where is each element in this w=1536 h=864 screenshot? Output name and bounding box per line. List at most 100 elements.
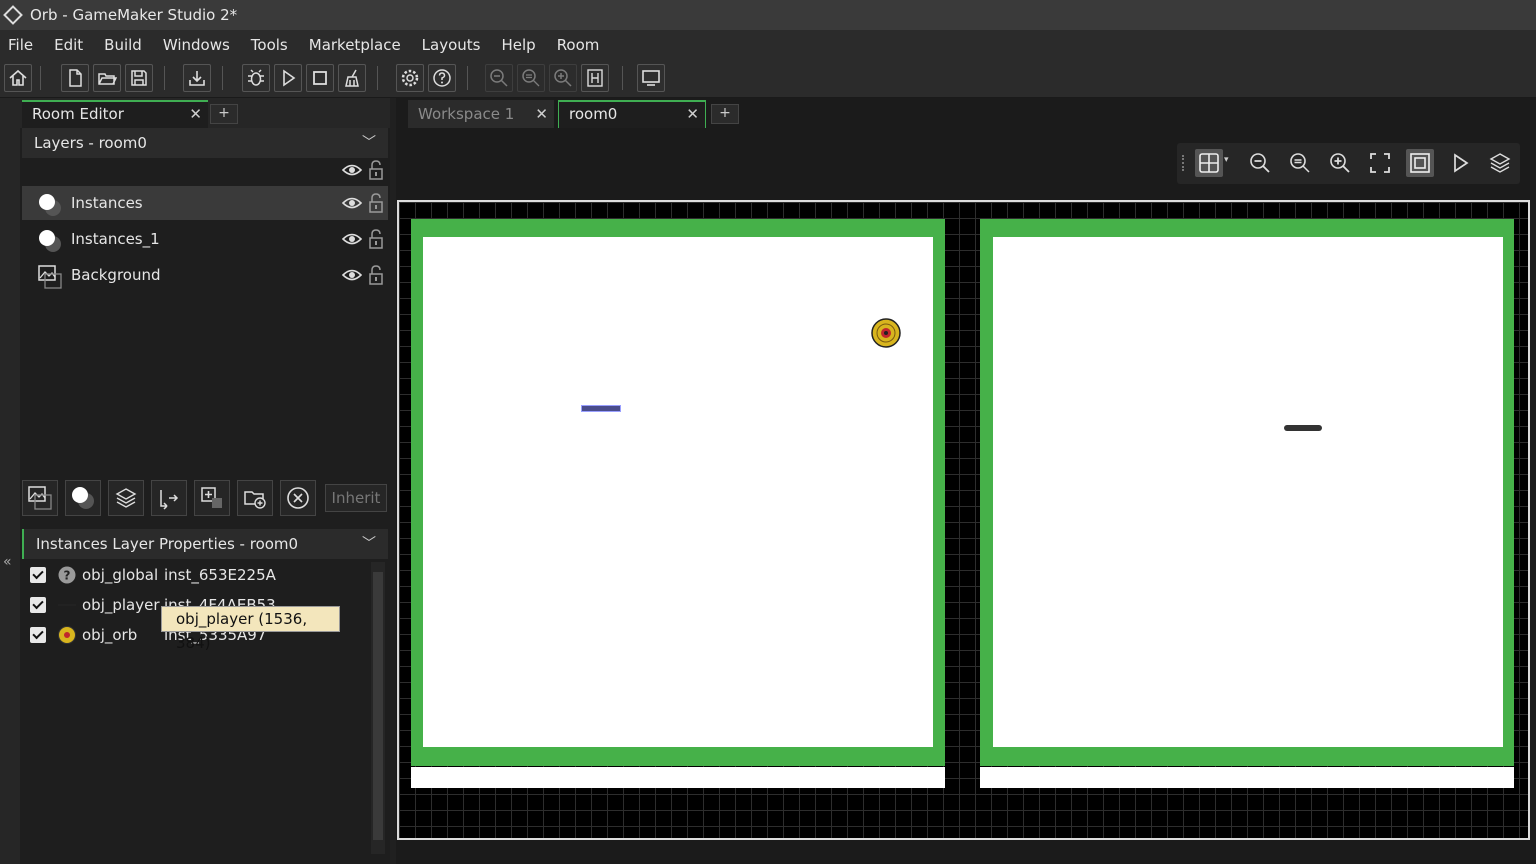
menu-help[interactable]: Help xyxy=(501,36,535,54)
menu-marketplace[interactable]: Marketplace xyxy=(309,36,401,54)
add-asset-layer-button[interactable] xyxy=(194,480,230,516)
new-project-button[interactable] xyxy=(61,64,89,92)
add-tab-button[interactable]: + xyxy=(210,104,238,124)
menu-tools[interactable]: Tools xyxy=(251,36,288,54)
folder-add-icon xyxy=(244,491,266,509)
target-device-button[interactable] xyxy=(637,64,665,92)
chevron-down-icon[interactable]: ﹀ xyxy=(362,128,376,158)
zoom-reset-button[interactable] xyxy=(517,64,545,92)
properties-header[interactable]: Instances Layer Properties - room0 ﹀ xyxy=(22,529,388,559)
grid-icon xyxy=(1199,153,1219,173)
player-instance[interactable] xyxy=(1284,425,1322,431)
collapse-panel-icon[interactable]: « xyxy=(3,554,12,570)
tab-workspace-1[interactable]: Workspace 1 ✕ xyxy=(408,100,554,128)
export-icon xyxy=(189,71,205,86)
zoom-reset-button[interactable] xyxy=(1286,149,1314,177)
instance-tooltip: obj_player (1536, 384) xyxy=(161,606,340,652)
zoom-out-button[interactable] xyxy=(1246,149,1274,177)
question-icon: ? xyxy=(58,566,76,584)
main-toolbar xyxy=(0,60,1536,98)
instance-object-name: obj_orb xyxy=(82,626,138,644)
grid-toggle-button[interactable] xyxy=(1195,149,1223,177)
inherit-button[interactable]: Inherit xyxy=(325,484,387,512)
close-icon[interactable]: ✕ xyxy=(535,102,548,126)
zoom-out-button[interactable] xyxy=(485,64,513,92)
layer-row-instances[interactable]: Instances xyxy=(22,186,388,220)
floor-strip-right xyxy=(980,767,1514,788)
clean-button[interactable] xyxy=(338,64,366,92)
eye-icon[interactable] xyxy=(342,230,362,248)
menu-layouts[interactable]: Layouts xyxy=(422,36,481,54)
add-layer-folder-button[interactable] xyxy=(237,480,273,516)
play-room-button[interactable] xyxy=(1446,149,1474,177)
add-instance-layer-button[interactable] xyxy=(65,480,101,516)
help-button[interactable] xyxy=(428,64,456,92)
delete-icon xyxy=(287,487,309,509)
instance-visible-checkbox[interactable] xyxy=(30,597,46,613)
zoom-reset-icon xyxy=(522,69,540,87)
save-button[interactable] xyxy=(125,64,153,92)
menu-build[interactable]: Build xyxy=(104,36,142,54)
fit-view-button[interactable] xyxy=(1366,149,1394,177)
eye-icon[interactable] xyxy=(342,161,362,179)
layer-row-background[interactable]: Background xyxy=(22,258,388,292)
room-editor-panel: Room Editor ✕ + Layers - room0 ﹀ Instanc… xyxy=(20,98,390,864)
scrollbar-thumb[interactable] xyxy=(373,572,383,840)
open-project-button[interactable] xyxy=(93,64,121,92)
save-icon xyxy=(131,70,147,86)
floor-left xyxy=(423,237,933,747)
lock-icon[interactable] xyxy=(368,264,384,286)
floor-right xyxy=(993,237,1503,747)
room-tab-bar: Workspace 1 ✕ room0 ✕ + xyxy=(396,98,1536,128)
instance-visible-checkbox[interactable] xyxy=(30,567,46,583)
instance-list-scrollbar[interactable] xyxy=(371,562,385,854)
orb-instance[interactable] xyxy=(871,318,901,348)
player-sprite-icon xyxy=(58,604,76,606)
home-icon xyxy=(9,69,27,86)
folder-open-icon xyxy=(98,73,117,85)
run-button[interactable] xyxy=(274,64,302,92)
lock-icon[interactable] xyxy=(368,159,384,181)
drag-handle-icon[interactable] xyxy=(1182,155,1186,171)
layer-name: Instances_1 xyxy=(71,230,160,248)
debug-button[interactable] xyxy=(242,64,270,92)
stop-button[interactable] xyxy=(306,64,334,92)
chevron-down-icon[interactable]: ▾ xyxy=(1224,155,1229,165)
path-layer-icon xyxy=(160,490,179,510)
eye-icon[interactable] xyxy=(342,266,362,284)
lock-icon[interactable] xyxy=(368,192,384,214)
room-editor-toolbar: ▾ xyxy=(1177,143,1520,184)
add-tile-layer-button[interactable] xyxy=(108,480,144,516)
export-button[interactable] xyxy=(183,64,211,92)
instance-row-obj-global[interactable]: ? obj_global inst_653E225A xyxy=(22,560,368,590)
add-background-layer-button[interactable] xyxy=(22,480,58,516)
collapse-strip[interactable]: « xyxy=(0,98,20,864)
layers-header[interactable]: Layers - room0 ﹀ xyxy=(22,128,388,158)
layer-row-instances-1[interactable]: Instances_1 xyxy=(22,222,388,256)
source-control-button[interactable] xyxy=(581,64,609,92)
zoom-in-button[interactable] xyxy=(549,64,577,92)
preferences-button[interactable] xyxy=(396,64,424,92)
layer-view-button[interactable] xyxy=(1486,149,1514,177)
menu-room[interactable]: Room xyxy=(557,36,600,54)
home-button[interactable] xyxy=(4,64,32,92)
instance-visible-checkbox[interactable] xyxy=(30,627,46,643)
add-tab-button[interactable]: + xyxy=(711,104,739,124)
lock-icon[interactable] xyxy=(368,228,384,250)
eye-icon[interactable] xyxy=(342,194,362,212)
close-icon[interactable]: ✕ xyxy=(189,102,202,126)
add-path-layer-button[interactable] xyxy=(151,480,187,516)
close-icon[interactable]: ✕ xyxy=(686,102,699,126)
menu-windows[interactable]: Windows xyxy=(163,36,230,54)
chevron-down-icon[interactable]: ﹀ xyxy=(362,529,376,559)
tab-room0[interactable]: room0 ✕ xyxy=(558,100,706,128)
menu-edit[interactable]: Edit xyxy=(54,36,83,54)
zoom-in-button[interactable] xyxy=(1326,149,1354,177)
zoom-in-icon xyxy=(1330,153,1350,173)
player-instance-selected[interactable] xyxy=(581,405,621,412)
room-canvas[interactable] xyxy=(397,200,1530,840)
delete-layer-button[interactable] xyxy=(280,480,316,516)
menu-file[interactable]: File xyxy=(8,36,33,54)
tab-room-editor[interactable]: Room Editor ✕ xyxy=(22,100,208,128)
room-bounds-button[interactable] xyxy=(1406,149,1434,177)
